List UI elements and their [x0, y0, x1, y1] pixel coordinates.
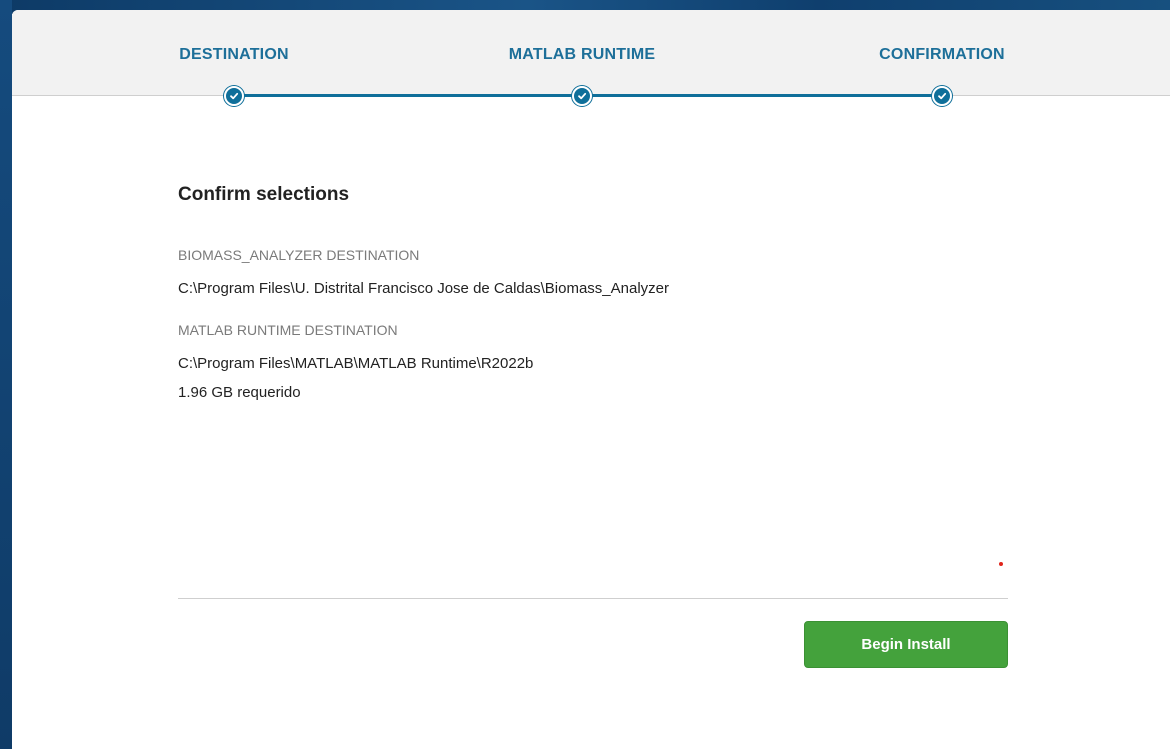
step-marker-matlab-runtime: [572, 86, 592, 106]
app-destination-label: BIOMASS_ANALYZER DESTINATION: [178, 247, 420, 263]
confirmation-content: Confirm selections BIOMASS_ANALYZER DEST…: [178, 184, 669, 401]
checkmark-icon: [578, 92, 587, 100]
step-marker-confirmation: [932, 86, 952, 106]
steps-header: DESTINATION MATLAB RUNTIME CONFIRMATION: [12, 10, 1170, 96]
begin-install-button[interactable]: Begin Install: [804, 621, 1008, 668]
footer-divider: [178, 598, 1008, 599]
space-required-text: 1.96 GB requerido: [178, 384, 301, 401]
app-destination-path: C:\Program Files\U. Distrital Francisco …: [178, 280, 669, 297]
status-dot: [999, 562, 1003, 566]
step-label-destination: DESTINATION: [179, 46, 289, 63]
page-title: Confirm selections: [178, 184, 350, 205]
checkmark-icon: [230, 92, 239, 100]
step-label-matlab-runtime: MATLAB RUNTIME: [508, 46, 656, 63]
runtime-destination-path: C:\Program Files\MATLAB\MATLAB Runtime\R…: [178, 355, 534, 372]
step-marker-destination: [224, 86, 244, 106]
window-frame-left: [0, 0, 12, 749]
installer-window: DESTINATION MATLAB RUNTIME CONFIRMATION …: [12, 10, 1170, 749]
runtime-destination-label: MATLAB RUNTIME DESTINATION: [178, 322, 398, 338]
step-label-confirmation: CONFIRMATION: [879, 46, 1005, 63]
checkmark-icon: [938, 92, 947, 100]
